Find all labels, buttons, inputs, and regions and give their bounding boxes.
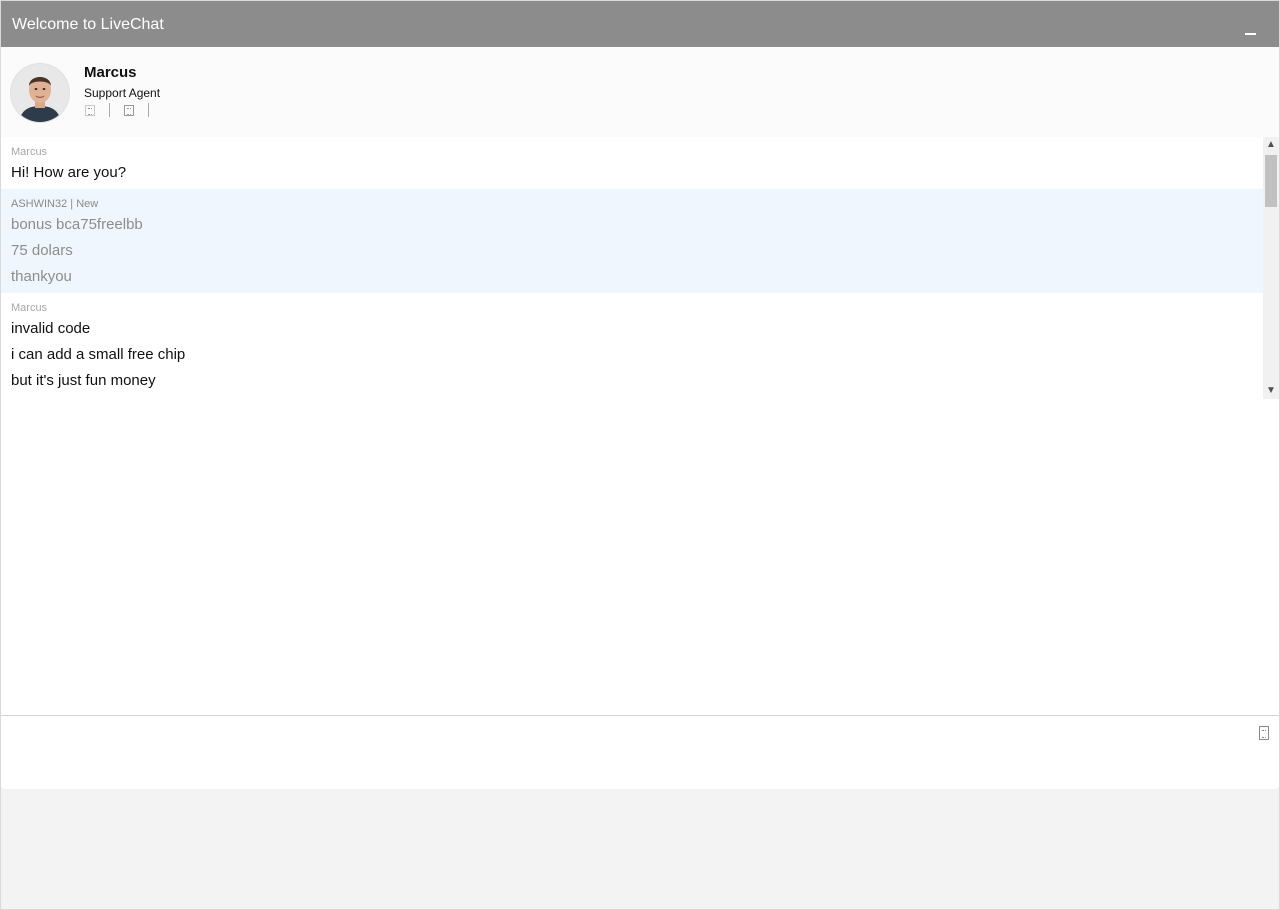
chat-empty-area (1, 399, 1279, 715)
message-composer (1, 715, 1279, 789)
attachment-icon[interactable] (1259, 726, 1269, 740)
message-text: thankyou (11, 268, 72, 285)
agent-role: Support Agent (84, 86, 161, 100)
scroll-up-icon[interactable]: ▲ (1263, 137, 1279, 153)
divider (109, 103, 110, 117)
scroll-down-icon[interactable]: ▼ (1263, 383, 1279, 399)
message-list[interactable]: Marcus Hi! How are you? ASHWIN32 | New b… (1, 137, 1263, 399)
message-text: invalid code (11, 320, 91, 337)
message-author: Marcus (11, 146, 48, 158)
agent-rating-actions (85, 103, 163, 117)
rate-bad-icon[interactable] (124, 104, 134, 116)
minimize-icon[interactable] (1239, 15, 1263, 39)
message-input[interactable] (9, 722, 1243, 786)
agent-name: Marcus (84, 64, 137, 81)
rate-good-icon[interactable] (85, 104, 95, 116)
livechat-window: Welcome to LiveChat Marcus Support Agent (0, 0, 1280, 910)
window-title: Welcome to LiveChat (12, 16, 164, 33)
message-text: bonus bca75freelbb (11, 216, 143, 233)
message-group: Marcus invalid code i can add a small fr… (1, 293, 1263, 397)
scroll-thumb[interactable] (1265, 155, 1277, 207)
message-text: 75 dolars (11, 242, 73, 259)
title-bar: Welcome to LiveChat (1, 1, 1279, 47)
message-text: i can add a small free chip (11, 346, 186, 363)
message-author: ASHWIN32 | New (11, 198, 99, 210)
avatar-photo (11, 64, 69, 122)
message-scrollbar[interactable]: ▲ ▼ (1263, 137, 1279, 399)
message-text: Hi! How are you? (11, 164, 127, 181)
agent-header: Marcus Support Agent (1, 47, 1279, 137)
divider (148, 103, 149, 117)
message-text: but it's just fun money (11, 372, 156, 389)
message-author: Marcus (11, 302, 48, 314)
agent-avatar (11, 64, 69, 122)
message-group: ASHWIN32 | New bonus bca75freelbb 75 dol… (1, 189, 1263, 293)
message-group: Marcus Hi! How are you? (1, 137, 1263, 189)
